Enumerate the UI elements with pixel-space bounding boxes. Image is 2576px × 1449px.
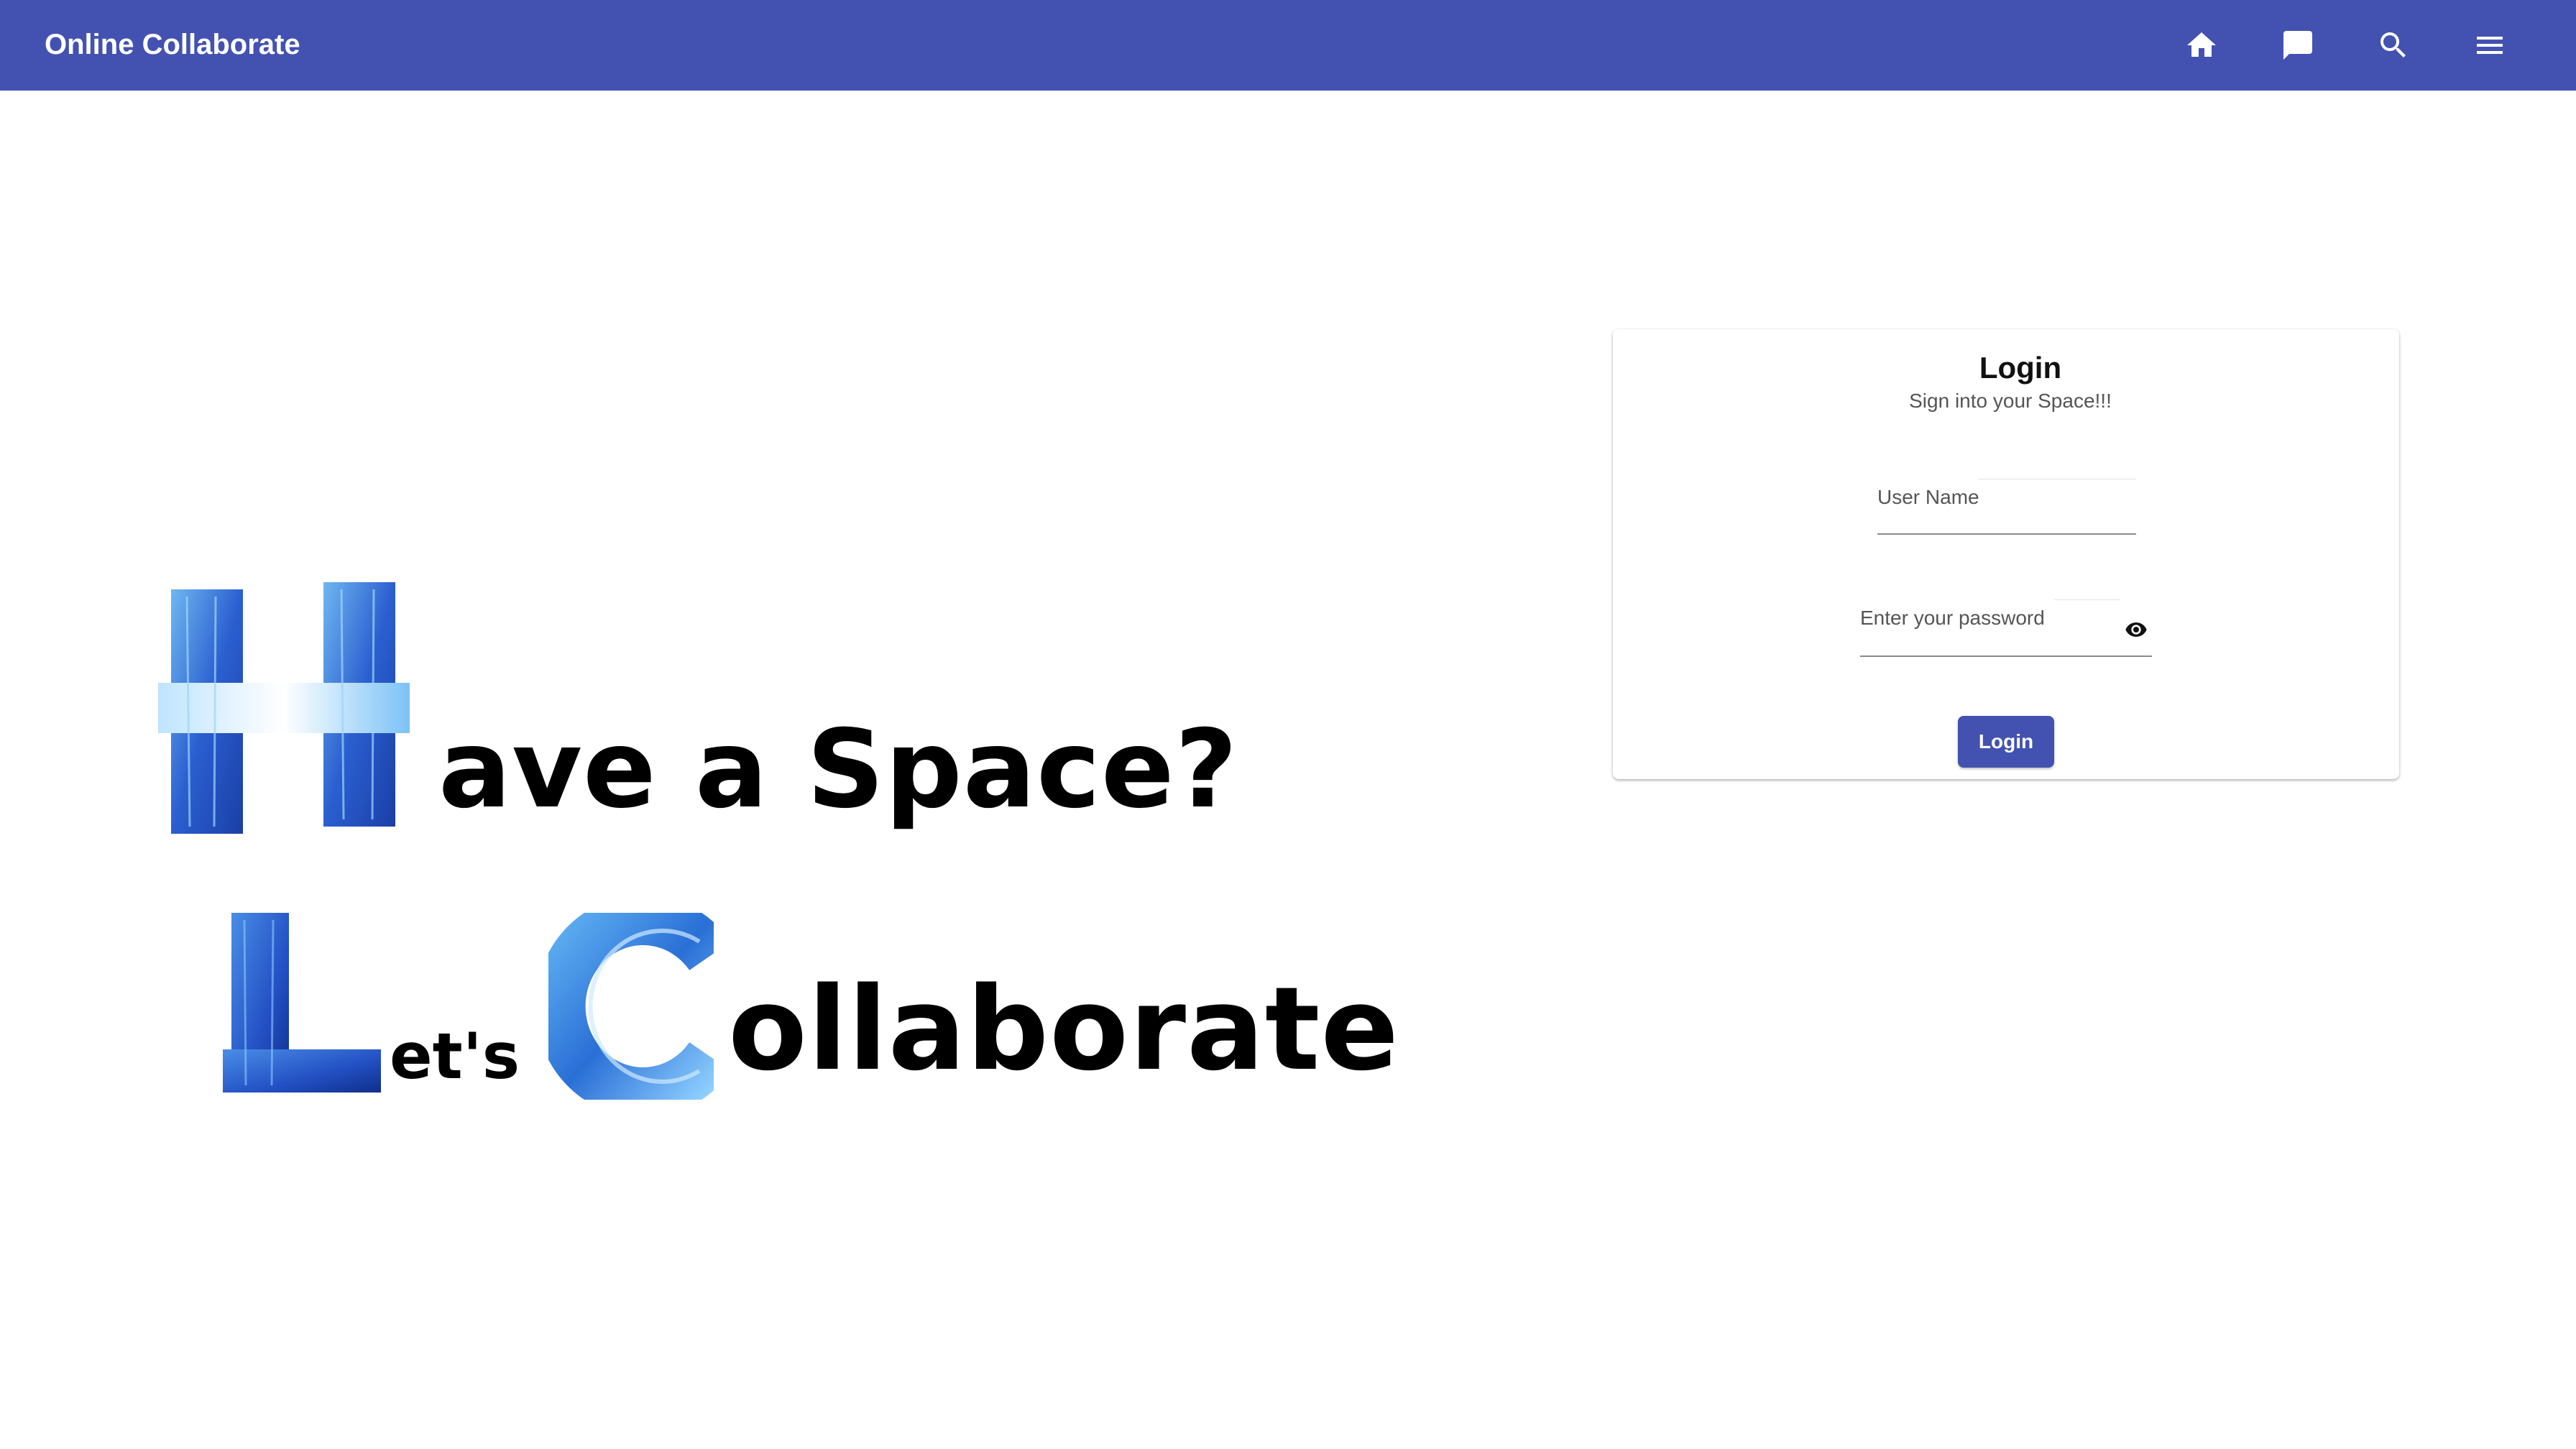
login-subtitle: Sign into your Space!!! <box>1909 390 2112 412</box>
field-outline <box>2054 599 2120 600</box>
toggle-password-visibility-button[interactable] <box>2120 614 2152 645</box>
password-field[interactable]: Enter your password <box>1860 599 2152 657</box>
username-label: User Name <box>1877 486 1979 508</box>
password-input[interactable] <box>1860 630 2112 653</box>
username-input[interactable] <box>1877 507 2136 530</box>
hero-text-have-a-space: ave a Space? <box>438 707 1238 832</box>
hero-line-have-a-space: ave a Space? H <box>158 568 1238 841</box>
menu-button[interactable] <box>2464 19 2516 71</box>
login-button[interactable]: Login <box>1958 716 2054 768</box>
brush-letter-l <box>223 913 381 1092</box>
login-card: Login Sign into your Space!!! User Name … <box>1613 329 2399 779</box>
hero-line-lets-collaborate: et's ollaborate L C <box>223 898 1399 1100</box>
brush-letter-c <box>548 913 714 1100</box>
hero-text-lets: et's <box>390 1019 520 1093</box>
app-title: Online Collaborate <box>45 29 300 60</box>
login-title: Login <box>1979 351 2062 385</box>
chat-button[interactable] <box>2272 19 2324 71</box>
password-label: Enter your password <box>1860 607 2045 629</box>
search-icon <box>2380 32 2406 58</box>
brush-letter-h <box>158 582 410 834</box>
hero-banner: ave a Space? H et's <box>158 568 1399 1128</box>
username-field[interactable]: User Name <box>1877 479 2136 535</box>
menu-icon <box>2477 37 2503 54</box>
home-icon <box>2187 32 2216 57</box>
top-toolbar: Online Collaborate <box>0 0 2576 91</box>
search-button[interactable] <box>2368 19 2419 71</box>
chat-icon <box>2283 31 2312 60</box>
eye-icon <box>2125 622 2147 637</box>
hero-text-collaborate: ollaborate <box>728 962 1399 1096</box>
home-button[interactable] <box>2176 19 2227 71</box>
